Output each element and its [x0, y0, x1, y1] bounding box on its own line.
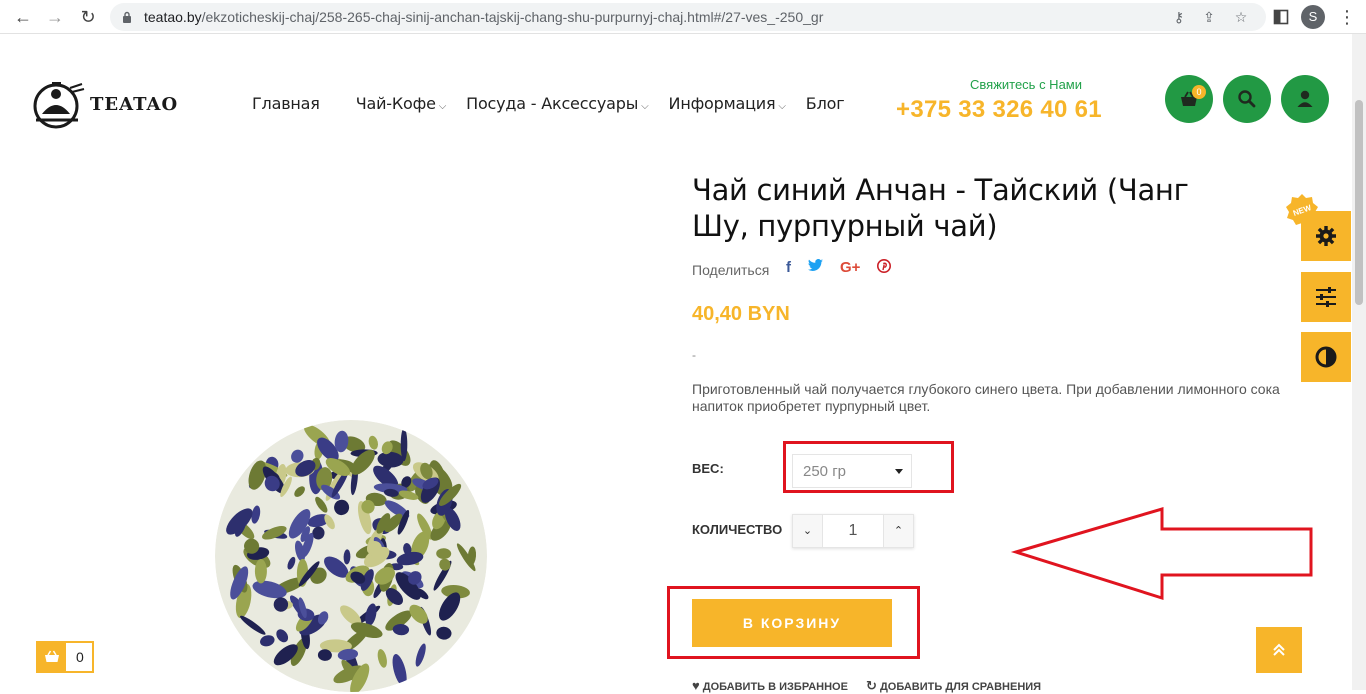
add-to-compare-link[interactable]: ↻ ДОБАВИТЬ ДЛЯ СРАВНЕНИЯ: [866, 678, 1041, 694]
add-to-wishlist-link[interactable]: ♥ ДОБАВИТЬ В ИЗБРАННОЕ: [692, 678, 848, 693]
nav-label: Главная: [252, 94, 320, 113]
heart-icon: ♥: [692, 678, 700, 693]
refresh-compare-icon: ↻: [866, 678, 877, 693]
cart-count-badge: 0: [1192, 85, 1206, 99]
basket-icon: [38, 643, 66, 671]
floating-cart-widget[interactable]: 0: [36, 641, 94, 673]
nav-tea-coffee[interactable]: Чай-Кофе ⌵: [355, 94, 447, 116]
back-icon[interactable]: ←: [12, 6, 34, 28]
nav-label: Чай-Кофе: [355, 94, 436, 113]
user-icon: [1297, 90, 1313, 107]
phone-number[interactable]: +375 33 326 40 61: [896, 96, 1102, 124]
facebook-icon[interactable]: f: [786, 259, 791, 277]
logo-text: TEATAO: [90, 94, 179, 115]
chevron-down-icon: ⌵: [641, 101, 649, 112]
scroll-to-top-button[interactable]: [1256, 627, 1302, 673]
sliders-icon: [1316, 287, 1336, 307]
weight-label: ВЕС:: [692, 461, 724, 476]
scrollbar-thumb[interactable]: [1355, 100, 1363, 305]
address-bar[interactable]: teatao.by/ekzoticheskij-chaj/258-265-cha…: [110, 3, 1266, 31]
main-navigation: Главная Чай-Кофе ⌵ Посуда - Аксессуары ⌵ И…: [252, 94, 864, 116]
twitter-icon[interactable]: [808, 259, 823, 277]
menu-kebab-icon[interactable]: ⋮: [1336, 6, 1358, 28]
quantity-input[interactable]: [823, 515, 883, 547]
flower-petal: [254, 558, 267, 584]
nav-label: Посуда - Аксессуары: [466, 94, 639, 113]
nav-label: Информация: [668, 94, 776, 113]
floating-cart-count: 0: [76, 649, 84, 665]
header-account-button[interactable]: [1281, 75, 1329, 123]
quantity-increase-button[interactable]: ⌃: [883, 515, 913, 547]
bookmark-star-icon[interactable]: ☆: [1232, 8, 1250, 26]
site-logo[interactable]: TEATAO: [32, 76, 177, 130]
product-image[interactable]: [215, 420, 487, 692]
short-description: -: [692, 348, 696, 362]
forward-icon[interactable]: →: [44, 6, 66, 28]
header-search-button[interactable]: [1223, 75, 1271, 123]
sidepanel-icon[interactable]: [1270, 6, 1292, 28]
nav-information[interactable]: Информация ⌵: [669, 94, 786, 116]
nav-home[interactable]: Главная: [252, 94, 320, 116]
share-buttons: f G+: [786, 259, 908, 277]
profile-avatar[interactable]: S: [1301, 5, 1325, 29]
dried-butterfly-pea-flowers-image: [215, 420, 487, 692]
chevron-down-icon: ⌵: [438, 101, 447, 112]
quantity-label: КОЛИЧЕСТВО: [692, 522, 783, 537]
address-url: teatao.by/ekzoticheskij-chaj/258-265-cha…: [144, 9, 824, 25]
annotation-box-cart: [667, 586, 920, 659]
filters-panel-button[interactable]: [1301, 272, 1351, 322]
nav-blog[interactable]: Блог: [806, 94, 845, 116]
wishlist-label: ДОБАВИТЬ В ИЗБРАННОЕ: [702, 681, 848, 693]
google-plus-icon[interactable]: G+: [840, 259, 860, 277]
compare-label: ДОБАВИТЬ ДЛЯ СРАВНЕНИЯ: [879, 681, 1042, 693]
lock-icon: [123, 11, 131, 23]
contrast-icon: [1315, 346, 1337, 368]
pinterest-icon[interactable]: [877, 259, 892, 277]
logo-tea-master-icon: [33, 82, 85, 129]
contrast-toggle-button[interactable]: [1301, 332, 1351, 382]
product-price: 40,40 BYN: [692, 303, 790, 325]
product-title: Чай синий Анчан - Тайский (Чанг Шу, пурп…: [692, 173, 1189, 243]
quantity-stepper: ⌄ ⌃: [792, 514, 914, 548]
product-description: Приготовленный чай получается глубокого …: [692, 381, 1280, 414]
chevron-down-icon: ⌵: [778, 101, 786, 112]
annotation-box-weight: [783, 441, 954, 493]
nav-dishes-accessories[interactable]: Посуда - Аксессуары ⌵: [466, 94, 649, 116]
header-cart-button[interactable]: 0: [1165, 75, 1213, 123]
key-icon[interactable]: ⚷: [1170, 8, 1188, 26]
contact-label: Свяжитесь с Нами: [970, 77, 1082, 92]
search-icon: [1238, 90, 1256, 108]
nav-label: Блог: [805, 94, 845, 113]
flower-petal: [400, 428, 408, 462]
share-label: Поделиться: [692, 262, 770, 278]
quantity-decrease-button[interactable]: ⌄: [793, 515, 823, 547]
browser-toolbar: ← → ↻ teatao.by/ekzoticheskij-chaj/258-2…: [0, 0, 1366, 34]
double-chevron-up-icon: [1273, 643, 1285, 656]
share-icon[interactable]: ⇪: [1200, 8, 1218, 26]
page-scrollbar[interactable]: [1352, 34, 1366, 690]
annotation-arrow: [1010, 506, 1313, 601]
new-badge: NEW: [1286, 194, 1318, 225]
gear-icon: [1316, 226, 1336, 246]
reload-icon[interactable]: ↻: [77, 6, 99, 28]
